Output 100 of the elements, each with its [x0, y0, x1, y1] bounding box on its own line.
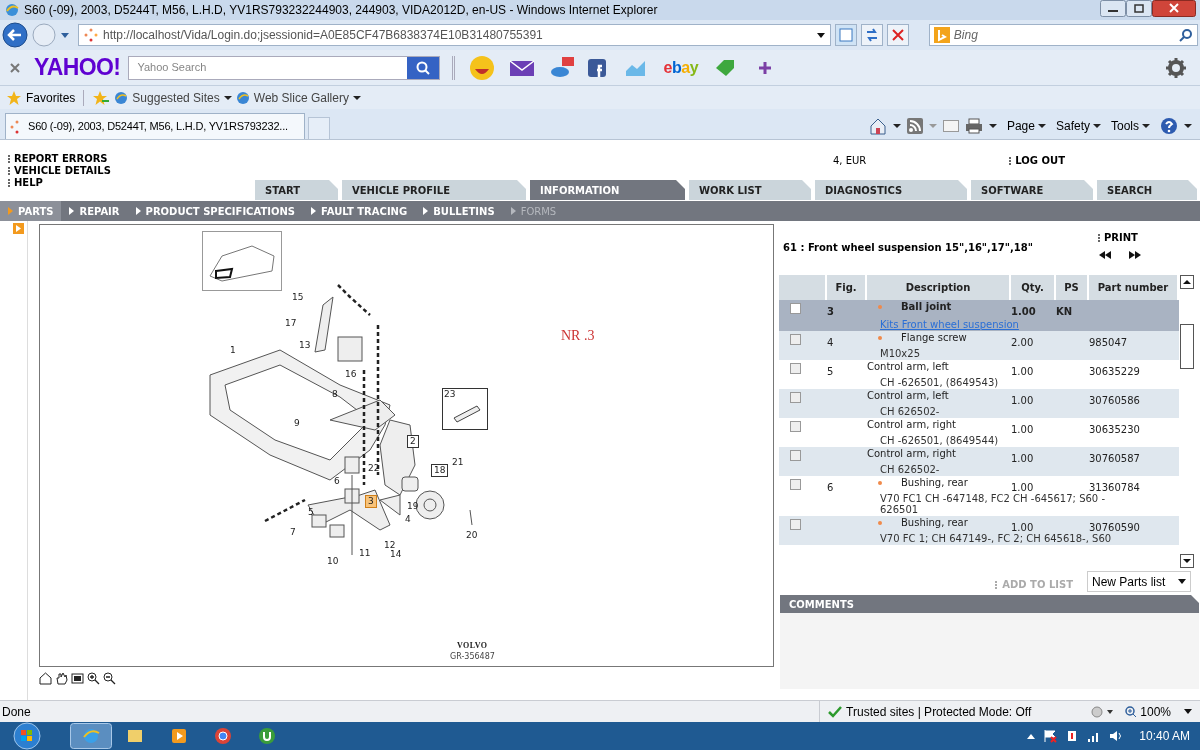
callout-number[interactable]: 23: [444, 389, 456, 400]
mail-icon[interactable]: [509, 58, 536, 77]
callout-number[interactable]: 7: [290, 527, 296, 538]
add-favorite-icon[interactable]: [92, 89, 111, 106]
subnav-item[interactable]: FAULT TRACING: [303, 201, 416, 221]
search-field[interactable]: Bing: [928, 24, 1198, 46]
scroll-thumb[interactable]: [1180, 324, 1194, 369]
dropdown-icon[interactable]: [892, 123, 901, 129]
column-header[interactable]: Description: [867, 275, 1009, 300]
header-link[interactable]: VEHICLE DETAILS: [14, 166, 111, 176]
callout-number[interactable]: 14: [390, 549, 402, 560]
printer-icon[interactable]: [964, 118, 983, 134]
subnav-item[interactable]: BULLETINS: [415, 201, 503, 221]
previous-icon[interactable]: [1099, 251, 1112, 259]
callout-number[interactable]: 15: [292, 292, 304, 303]
help-icon[interactable]: [1160, 117, 1178, 135]
dropdown-icon[interactable]: [988, 123, 997, 129]
tag-icon[interactable]: [714, 57, 737, 78]
clock-text[interactable]: 10:40 AM: [1139, 727, 1190, 745]
search-icon[interactable]: [1179, 28, 1193, 42]
dropdown-icon[interactable]: [815, 31, 826, 39]
start-button[interactable]: [12, 722, 42, 750]
column-header[interactable]: Fig.: [827, 275, 865, 300]
header-link[interactable]: HELP: [14, 178, 43, 188]
callout-number[interactable]: 9: [294, 418, 300, 429]
nav-tab[interactable]: SOFTWARE: [971, 180, 1093, 200]
scroll-down-icon[interactable]: [1180, 554, 1194, 568]
flag-icon[interactable]: [1043, 729, 1058, 743]
home-icon[interactable]: [868, 117, 887, 135]
back-button[interactable]: [2, 22, 28, 48]
nav-tab[interactable]: START: [255, 180, 338, 200]
dropdown-icon[interactable]: [1184, 123, 1192, 129]
callout-number[interactable]: 8: [332, 389, 338, 400]
callout-number[interactable]: 12: [384, 540, 396, 551]
column-header[interactable]: Qty.: [1011, 275, 1054, 300]
close-button[interactable]: [1152, 0, 1196, 17]
checkbox[interactable]: [790, 519, 801, 530]
subnav-item[interactable]: PRODUCT SPECIFICATIONS: [127, 201, 304, 221]
search-icon[interactable]: [416, 60, 431, 75]
table-row[interactable]: Bushing, rear 1.00 30760590 V70 FC 1; CH 647149-, FC 2; CH 645618-, S60: [779, 516, 1179, 545]
callout-number[interactable]: 5: [308, 507, 314, 518]
callout-number[interactable]: 10: [327, 556, 339, 567]
volume-icon[interactable]: [1109, 730, 1124, 742]
refresh-button[interactable]: [860, 24, 883, 46]
fit-icon[interactable]: [71, 671, 84, 685]
nav-tab[interactable]: DIAGNOSTICS: [815, 180, 967, 200]
nav-tab[interactable]: INFORMATION: [530, 180, 685, 200]
column-header[interactable]: PS: [1056, 275, 1087, 300]
stop-button[interactable]: [886, 24, 909, 46]
callout-number[interactable]: 17: [285, 318, 297, 329]
address-field[interactable]: http://localhost/Vida/Login.do;jsessionid=A0E85CF47B6838374E10B31480755391: [78, 24, 831, 46]
callout-number[interactable]: 4: [405, 514, 411, 525]
logout-link[interactable]: LOG OUT: [1015, 153, 1065, 168]
header-link[interactable]: REPORT ERRORS: [14, 154, 108, 164]
nav-tab[interactable]: SEARCH: [1097, 180, 1197, 200]
checkbox[interactable]: [790, 334, 801, 345]
next-icon[interactable]: [1128, 251, 1141, 259]
table-row[interactable]: Control arm, left 1.00 30760586 CH 626502-: [779, 389, 1179, 418]
checkbox[interactable]: [790, 479, 801, 490]
checkbox[interactable]: [790, 450, 801, 461]
callout-number[interactable]: 16: [345, 369, 357, 380]
weather-icon[interactable]: [549, 55, 576, 80]
table-row[interactable]: 4 Flange screw 2.00 985047 M10x25: [779, 331, 1179, 360]
checkbox[interactable]: [790, 303, 801, 314]
callout-number[interactable]: 3: [365, 495, 377, 508]
menu-button[interactable]: Page: [1006, 117, 1046, 135]
callout-number[interactable]: 6: [334, 476, 340, 487]
ebay-logo[interactable]: ebay: [663, 59, 699, 76]
callout-number[interactable]: 18: [431, 464, 449, 477]
zoom-button[interactable]: 100%: [1125, 702, 1192, 721]
scrollbar[interactable]: [1180, 275, 1196, 568]
table-row[interactable]: Control arm, right 1.00 30760587 CH 626502-: [779, 447, 1179, 476]
favorite-link[interactable]: Web Slice Gallery: [235, 88, 361, 107]
callout-number[interactable]: 20: [466, 530, 478, 541]
checkbox[interactable]: [790, 421, 801, 432]
zoom-in-icon[interactable]: [87, 671, 100, 685]
subnav-item[interactable]: REPAIR: [61, 201, 128, 221]
feed-icon[interactable]: [906, 118, 923, 134]
zoom-out-icon[interactable]: [103, 671, 116, 685]
hand-icon[interactable]: [55, 671, 68, 685]
nav-tab[interactable]: WORK LIST: [689, 180, 811, 200]
browser-tab[interactable]: S60 (-09), 2003, D5244T, M56, L.H.D, YV1RS793232...: [5, 113, 305, 139]
menu-button[interactable]: Tools: [1111, 117, 1150, 135]
callout-number[interactable]: 19: [407, 501, 419, 512]
list-dropdown[interactable]: New Parts list: [1087, 571, 1191, 592]
home-icon[interactable]: [39, 671, 52, 685]
nav-tab[interactable]: VEHICLE PROFILE: [342, 180, 526, 200]
maximize-button[interactable]: [1126, 0, 1152, 17]
minimize-button[interactable]: [1100, 0, 1126, 17]
column-header[interactable]: Part number: [1089, 275, 1177, 300]
callout-number[interactable]: 1: [230, 345, 236, 356]
callout-number[interactable]: 11: [359, 548, 371, 559]
protection-icon[interactable]: [1091, 704, 1116, 719]
close-icon[interactable]: [10, 62, 20, 73]
callout-number[interactable]: 21: [452, 457, 464, 468]
favorite-link[interactable]: Suggested Sites: [114, 88, 232, 107]
callout-number[interactable]: 22: [368, 463, 380, 474]
callout-number[interactable]: 13: [299, 340, 311, 351]
callout-number[interactable]: 2: [407, 435, 419, 448]
settings-icon[interactable]: [1166, 57, 1186, 78]
